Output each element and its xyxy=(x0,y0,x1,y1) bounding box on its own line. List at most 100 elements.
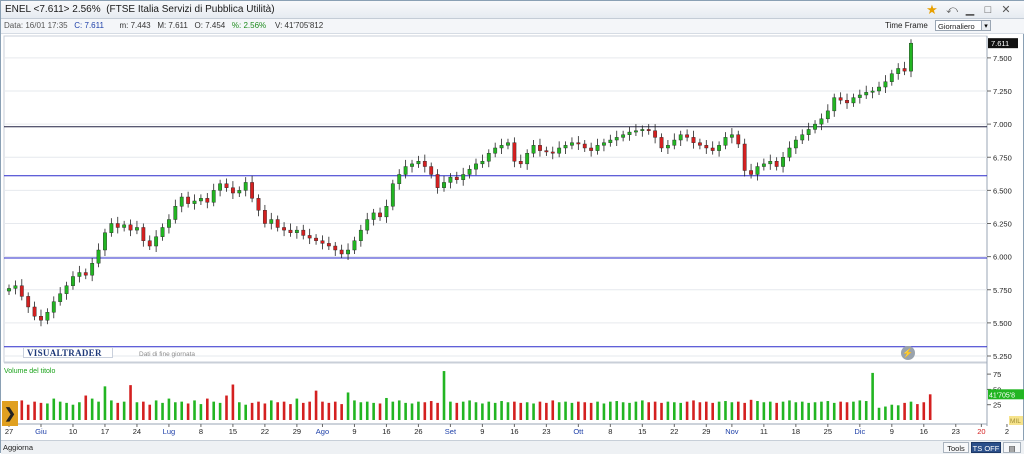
candle-body xyxy=(442,182,446,188)
volume-bar xyxy=(333,401,337,420)
candle-body xyxy=(333,245,338,251)
candle-body xyxy=(563,145,568,149)
volume-bar xyxy=(666,401,670,420)
x-tick-label: 27 xyxy=(5,427,13,436)
candle-body xyxy=(909,42,913,72)
volume-bar xyxy=(826,401,830,420)
volume-bar xyxy=(615,401,619,420)
candle-body xyxy=(250,182,254,199)
candle-body xyxy=(231,187,235,194)
candle-body xyxy=(115,223,120,228)
candle-body xyxy=(205,198,210,203)
volume-bar xyxy=(730,402,734,420)
candle-body xyxy=(595,145,600,151)
volume-bar xyxy=(340,404,343,420)
volume-bar xyxy=(493,402,497,420)
volume-bar xyxy=(391,401,395,420)
volume-bar xyxy=(46,403,49,420)
candle-body xyxy=(314,237,318,241)
volume-bar xyxy=(775,402,778,420)
y-tick-label: 5.500 xyxy=(993,319,1012,328)
volume-bar xyxy=(660,402,663,420)
volume-bar xyxy=(679,402,683,420)
volume-bar xyxy=(353,400,356,420)
minimize-icon[interactable]: ▁ xyxy=(963,3,977,17)
candle-body xyxy=(666,145,670,149)
lightning-icon[interactable]: ⚡ xyxy=(901,346,915,360)
volume-bar xyxy=(839,401,842,420)
candle-body xyxy=(672,139,677,146)
candle-body xyxy=(717,145,721,151)
y-tick-label: 6.000 xyxy=(993,253,1012,262)
volume-bar xyxy=(903,402,906,420)
x-tick-label: 18 xyxy=(792,427,800,436)
candle-body xyxy=(806,129,811,135)
chevron-down-icon[interactable]: ▾ xyxy=(981,20,991,31)
x-tick-label: 16 xyxy=(920,427,928,436)
vol-unit-bg xyxy=(1009,416,1023,425)
candle-body xyxy=(39,316,43,321)
volume-bar xyxy=(589,402,593,420)
candle-body xyxy=(390,183,395,207)
settings-icon[interactable]: ▤ xyxy=(1003,442,1021,453)
candle-body xyxy=(621,134,626,138)
price-chart[interactable]: 7.500 7.250 7.000 6.750 6.500 6.250 6.000 5.750… xyxy=(1,34,1024,440)
candle-body xyxy=(525,153,530,165)
back-arrow-icon[interactable]: ⤺ xyxy=(945,3,959,17)
x-tick-label: 20 xyxy=(977,427,985,436)
volume-bar xyxy=(506,402,510,420)
candle-body xyxy=(793,139,798,149)
candle-body xyxy=(902,68,907,72)
candle-body xyxy=(192,200,197,204)
candle-body xyxy=(582,143,587,149)
candle-body xyxy=(435,174,440,188)
panel-expand-arrow-icon[interactable]: ❯ xyxy=(2,401,18,426)
volume-bar xyxy=(717,401,721,420)
volume-bar xyxy=(282,401,286,420)
volume-bar xyxy=(871,372,874,420)
bottom-bar: Aggiorna Tools TS OFF ▤ xyxy=(1,440,1024,454)
volume-bar xyxy=(647,402,651,420)
candle-body xyxy=(787,147,792,158)
candle-body xyxy=(352,240,357,251)
candle-body xyxy=(493,147,498,154)
volume-bar xyxy=(206,398,209,420)
candle-body xyxy=(58,293,63,302)
volume-bar xyxy=(212,401,216,420)
tools-button[interactable]: Tools xyxy=(943,442,969,453)
volume-bar xyxy=(551,400,555,420)
volume-bar xyxy=(39,402,43,420)
end-of-day-note: Dati di fine giornata xyxy=(139,351,196,358)
volume-bar xyxy=(129,385,132,420)
candle-body xyxy=(570,142,574,146)
candle-body xyxy=(282,227,286,231)
candle-body xyxy=(832,97,837,112)
candle-body xyxy=(320,240,325,244)
volume-bar xyxy=(295,398,299,420)
volume-bar xyxy=(884,406,887,420)
y-tick-label: 7.000 xyxy=(993,120,1012,129)
volume-bar xyxy=(26,404,30,420)
x-tick-label: 17 xyxy=(101,427,109,436)
maximize-icon[interactable]: □ xyxy=(981,3,995,17)
x-tick-label: Set xyxy=(445,427,457,436)
volume-bar xyxy=(71,404,75,420)
volume-bar xyxy=(199,404,203,420)
close-icon[interactable]: ✕ xyxy=(999,3,1013,17)
volume-bar xyxy=(545,402,548,420)
star-icon[interactable]: ★ xyxy=(925,3,939,17)
candle-body xyxy=(614,137,619,141)
volume-bar xyxy=(621,402,625,420)
x-tick-label: 22 xyxy=(670,427,678,436)
volume-bar xyxy=(609,401,612,420)
candle-body xyxy=(135,227,139,231)
update-button[interactable]: Aggiorna xyxy=(3,442,37,453)
volume-bar xyxy=(90,398,94,420)
volume-bar xyxy=(410,403,414,420)
ts-off-button[interactable]: TS OFF xyxy=(971,442,1001,453)
candle-body xyxy=(512,142,517,162)
volume-bar xyxy=(768,401,772,420)
volume-bar xyxy=(577,401,580,420)
info-volume: V: 41'705'812 xyxy=(275,21,324,30)
volume-bar xyxy=(704,401,708,420)
